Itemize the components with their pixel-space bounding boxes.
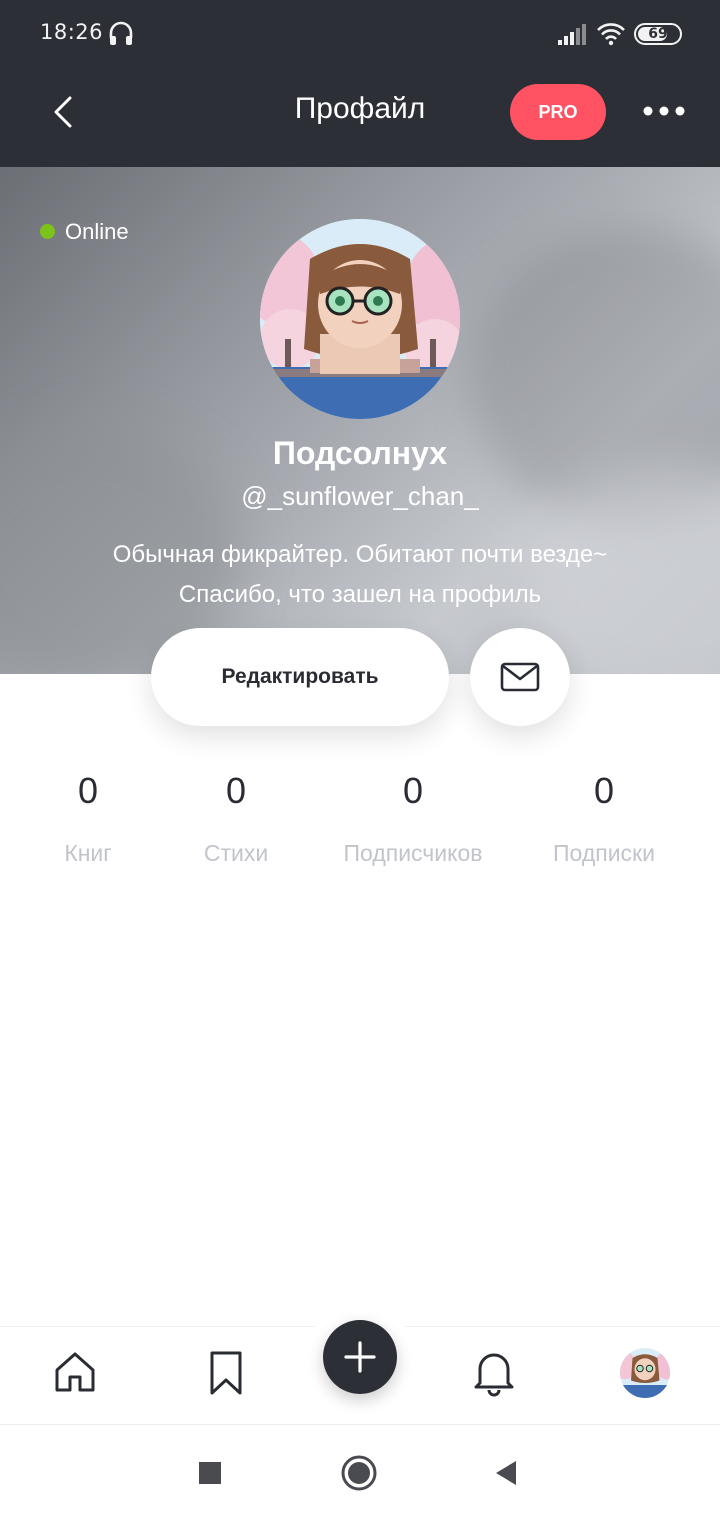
wifi-icon bbox=[597, 23, 625, 46]
profile-stats: 0 Книг 0 Стихи 0 Подписчиков 0 Подписки bbox=[0, 770, 720, 880]
more-options-icon[interactable] bbox=[640, 96, 688, 126]
bell-icon[interactable] bbox=[472, 1349, 516, 1397]
stat-value: 0 bbox=[225, 770, 247, 811]
home-icon[interactable] bbox=[52, 1349, 98, 1395]
online-label: Online bbox=[65, 219, 129, 244]
online-dot-icon bbox=[40, 223, 55, 239]
stat-value: 0 bbox=[593, 770, 615, 811]
edit-profile-button[interactable]: Редактировать bbox=[151, 628, 449, 726]
avatar-thumbnail bbox=[620, 1348, 670, 1398]
nav-profile-avatar[interactable] bbox=[620, 1348, 670, 1398]
status-bar: 18:26 69 bbox=[0, 0, 720, 70]
online-status: Online bbox=[40, 219, 129, 245]
bio-line-2: Спасибо, что зашел на профиль bbox=[178, 581, 542, 608]
stat-following[interactable]: 0 Подписки bbox=[539, 770, 669, 867]
battery-icon: 69 bbox=[634, 23, 682, 45]
bookmark-icon[interactable] bbox=[204, 1349, 248, 1397]
battery-level: 69 bbox=[648, 26, 668, 42]
page-title: Профайл bbox=[294, 92, 426, 125]
app-bar: Профайл PRO bbox=[0, 70, 720, 167]
profile-cover: Online Подсолнух @_sunflower_chan_ Обычн… bbox=[0, 167, 720, 674]
signal-icon bbox=[558, 24, 586, 45]
profile-bio: Обычная фикрайтер. Обитают почти везде~ … bbox=[0, 535, 720, 615]
back-system-icon[interactable] bbox=[494, 1459, 518, 1487]
stat-label: Стихи bbox=[203, 840, 269, 866]
stat-value: 0 bbox=[77, 770, 99, 811]
stat-books[interactable]: 0 Книг bbox=[38, 770, 138, 867]
avatar-image bbox=[260, 219, 460, 419]
stat-value: 0 bbox=[402, 770, 424, 811]
mail-icon bbox=[500, 662, 540, 692]
bio-line-1: Обычная фикрайтер. Обитают почти везде~ bbox=[112, 541, 608, 568]
recent-apps-icon[interactable] bbox=[198, 1461, 222, 1485]
stat-followers[interactable]: 0 Подписчиков bbox=[328, 770, 498, 867]
message-button[interactable] bbox=[470, 628, 570, 726]
create-button[interactable] bbox=[323, 1320, 397, 1394]
status-time: 18:26 bbox=[40, 20, 104, 44]
stat-poems[interactable]: 0 Стихи bbox=[186, 770, 286, 867]
pro-button[interactable]: PRO bbox=[510, 84, 606, 140]
profile-name: Подсолнух bbox=[272, 435, 448, 471]
plus-icon bbox=[344, 1341, 376, 1373]
home-system-icon[interactable] bbox=[340, 1454, 378, 1492]
profile-handle: @_sunflower_chan_ bbox=[241, 481, 479, 511]
system-navigation-bar bbox=[0, 1424, 720, 1520]
stat-label: Подписки bbox=[553, 840, 655, 866]
stat-label: Подписчиков bbox=[343, 840, 483, 866]
headset-icon bbox=[109, 21, 133, 45]
stat-label: Книг bbox=[64, 840, 112, 866]
avatar[interactable] bbox=[260, 219, 460, 419]
